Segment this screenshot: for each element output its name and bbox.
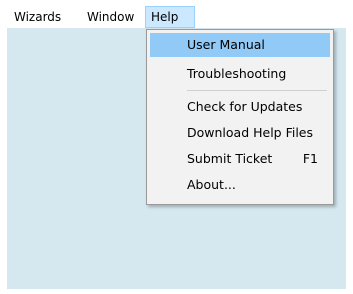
help-dropdown-menu: User Manual Troubleshooting Check for Up… <box>146 29 334 205</box>
app-window: Wizards Window Help User Manual Troubles… <box>0 0 353 294</box>
menu-item-troubleshooting[interactable]: Troubleshooting <box>150 62 330 86</box>
menu-wizards[interactable]: Wizards <box>9 6 71 28</box>
menu-item-submit-ticket[interactable]: Submit Ticket F1 <box>150 147 330 171</box>
menu-item-download-help-files[interactable]: Download Help Files <box>150 121 330 145</box>
menu-window[interactable]: Window <box>82 6 145 28</box>
menu-item-check-for-updates[interactable]: Check for Updates <box>150 95 330 119</box>
submit-ticket-shortcut: F1 <box>302 151 318 166</box>
menu-item-user-manual[interactable]: User Manual <box>150 33 330 57</box>
menu-separator <box>187 90 327 91</box>
submit-ticket-label: Submit Ticket <box>187 151 273 166</box>
menu-item-about[interactable]: About... <box>150 173 330 197</box>
menu-help[interactable]: Help <box>145 6 195 28</box>
menu-bar: Wizards Window Help <box>7 6 346 28</box>
